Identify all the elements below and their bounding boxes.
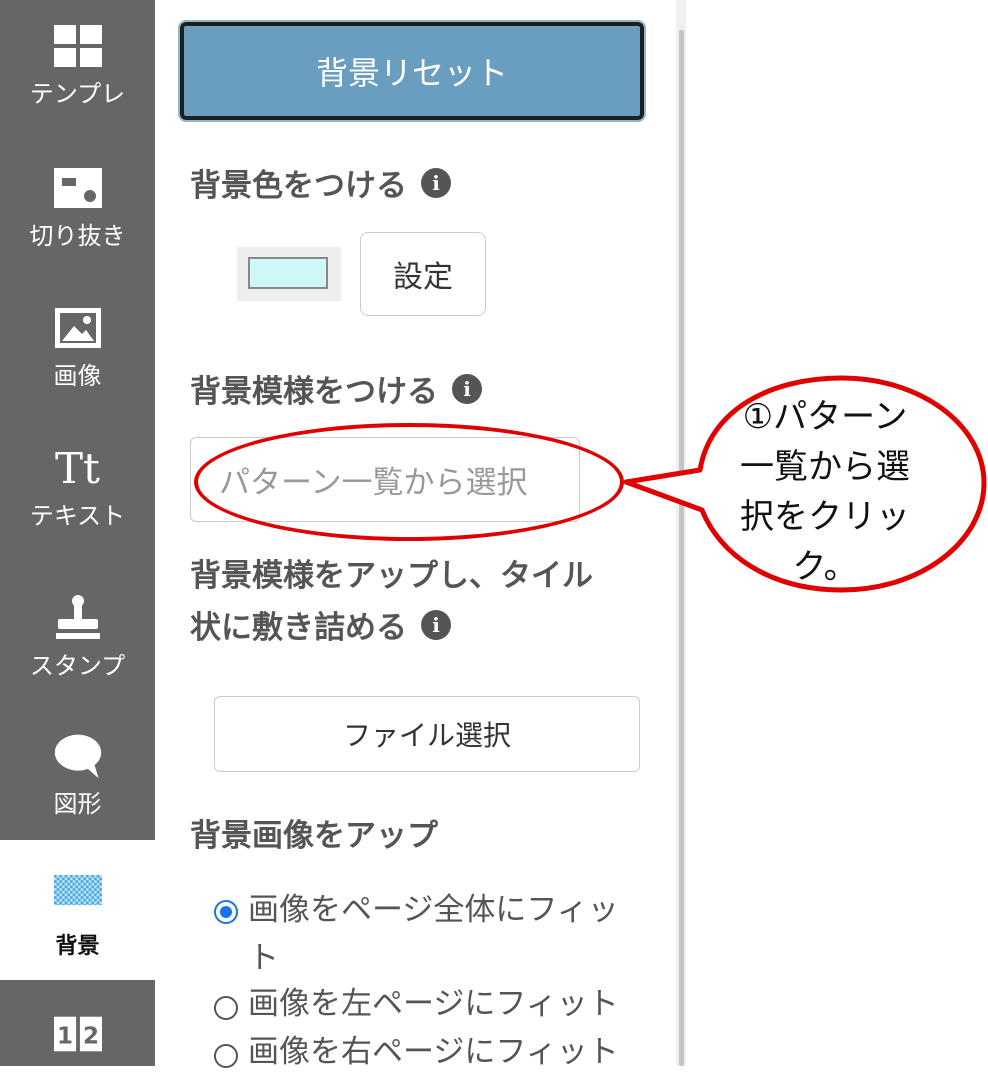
sidebar-item-page-order[interactable]: 1 2 <box>0 1010 155 1058</box>
sidebar-item-shape[interactable]: 図形 <box>0 732 155 819</box>
bg-image-heading: 背景画像をアップ <box>190 818 438 854</box>
svg-text:1: 1 <box>57 1024 73 1050</box>
sidebar-item-crop[interactable]: 切り抜き <box>0 164 155 251</box>
page-order-icon: 1 2 <box>53 1010 102 1058</box>
sidebar-item-stamp[interactable]: スタンプ <box>0 594 155 681</box>
tile-pattern-heading-line2: 状に敷き詰める i <box>190 602 451 647</box>
radio-fit-right-page[interactable]: 画像を右ページにフィット <box>214 1030 634 1074</box>
sidebar-item-label: 画像 <box>53 362 102 390</box>
radio-button[interactable] <box>214 900 238 924</box>
annotation-callout-text: ①パターン 一覧から選 択をクリック。 <box>740 398 910 586</box>
svg-text:2: 2 <box>82 1024 98 1050</box>
sidebar-item-label: テンプレ <box>29 80 126 108</box>
file-select-button[interactable]: ファイル選択 <box>214 696 640 772</box>
info-icon[interactable]: i <box>452 373 482 404</box>
bg-color-heading: 背景色をつける i <box>190 160 451 205</box>
radio-button[interactable] <box>214 1044 238 1068</box>
grid-icon <box>53 22 102 70</box>
text-icon: Tt <box>55 443 100 493</box>
bg-pattern-heading: 背景模様をつける i <box>190 366 482 411</box>
radio-fit-whole-page[interactable]: 画像をページ全体にフィット <box>214 886 634 982</box>
sidebar-item-label: 図形 <box>53 790 102 818</box>
pattern-select-input[interactable]: パターン一覧から選択 <box>190 437 580 522</box>
sidebar-item-label: 背景 <box>55 934 100 959</box>
tile-pattern-heading: 背景模様をアップし、タイル <box>190 558 593 594</box>
crop-icon <box>53 164 102 212</box>
sidebar-item-label: テキスト <box>29 502 126 530</box>
radio-button[interactable] <box>214 996 238 1020</box>
stamp-icon <box>54 594 102 642</box>
radio-fit-left-page[interactable]: 画像を左ページにフィット <box>214 982 634 1026</box>
image-icon <box>54 304 102 352</box>
color-swatch-picker[interactable] <box>237 247 341 301</box>
color-swatch <box>248 257 328 289</box>
sidebar-item-label: スタンプ <box>29 652 126 680</box>
pattern-icon <box>53 870 102 910</box>
speech-bubble-icon <box>54 732 102 780</box>
sidebar-item-template[interactable]: テンプレ <box>0 22 155 109</box>
sidebar-item-text[interactable]: Tt テキスト <box>0 444 155 531</box>
sidebar: テンプレ 切り抜き 画像 Tt テキスト スタンプ 図形 背景 1 2 <box>0 0 155 1066</box>
info-icon[interactable]: i <box>421 167 451 198</box>
info-icon[interactable]: i <box>421 609 451 640</box>
sidebar-item-label: 切り抜き <box>29 222 126 250</box>
reset-background-button[interactable]: 背景リセット <box>178 20 646 122</box>
sidebar-item-background[interactable]: 背景 <box>0 840 155 980</box>
sidebar-item-image[interactable]: 画像 <box>0 304 155 391</box>
set-color-button[interactable]: 設定 <box>360 232 486 316</box>
